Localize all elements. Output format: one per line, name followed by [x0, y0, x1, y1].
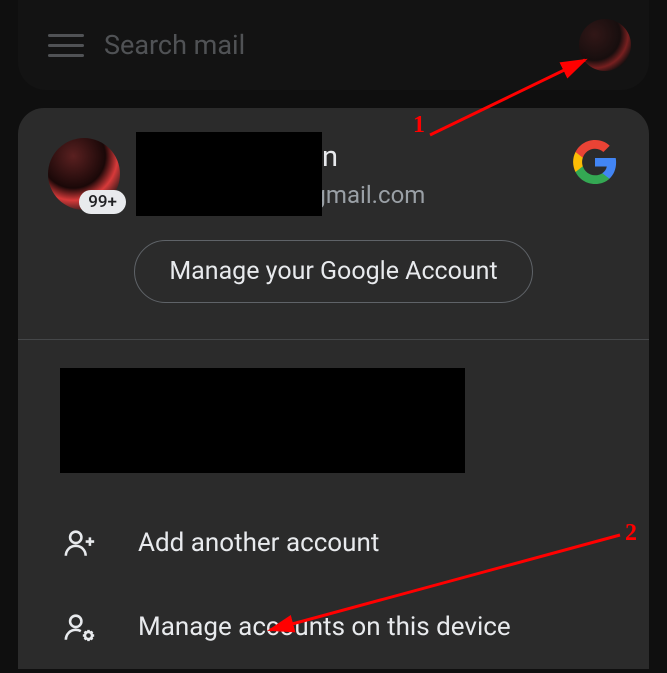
redaction-box	[136, 132, 322, 216]
annotation-marker-2: 2	[625, 520, 637, 547]
search-bar[interactable]: Search mail	[18, 0, 649, 90]
account-info: an @gmail.com	[142, 140, 571, 209]
person-settings-icon	[60, 607, 100, 647]
menu-icon[interactable]	[48, 27, 84, 63]
redaction-box-large	[60, 368, 465, 473]
manage-accounts-label: Manage accounts on this device	[138, 612, 511, 642]
current-account-row[interactable]: 99+ an @gmail.com	[18, 138, 649, 240]
person-add-icon	[60, 523, 100, 563]
unread-badge: 99+	[79, 190, 126, 214]
account-panel: 99+ an @gmail.com Manage your Google Acc…	[18, 108, 649, 669]
add-account-row[interactable]: Add another account	[18, 501, 649, 585]
annotation-marker-1: 1	[413, 112, 425, 139]
profile-avatar-wrap: 99+	[48, 138, 120, 210]
google-logo-icon	[571, 138, 619, 186]
manage-google-account-button[interactable]: Manage your Google Account	[134, 240, 532, 303]
divider	[18, 339, 649, 340]
profile-avatar-small[interactable]	[579, 19, 631, 71]
manage-accounts-row[interactable]: Manage accounts on this device	[18, 585, 649, 669]
add-account-label: Add another account	[138, 528, 379, 558]
search-input[interactable]: Search mail	[104, 29, 579, 61]
